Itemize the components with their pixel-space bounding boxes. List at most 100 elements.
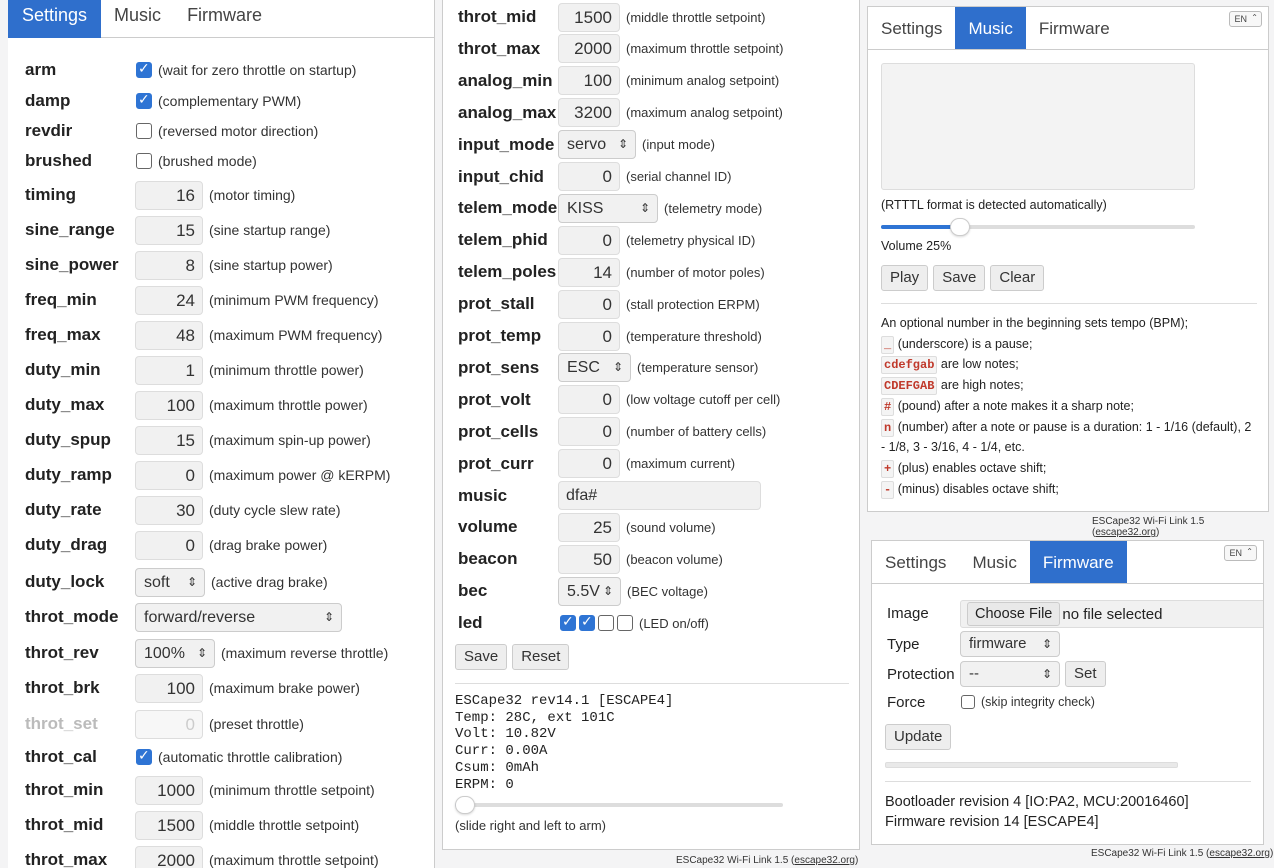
led-checkbox[interactable] [560, 613, 576, 632]
throt_cal-checkbox[interactable] [136, 747, 152, 765]
duty_spup-input[interactable]: 15 [135, 425, 203, 455]
throt_mid-input[interactable]: 1500 [135, 810, 203, 840]
language-select[interactable]: EN [1229, 11, 1262, 27]
prot_sens-select[interactable]: ESC [558, 353, 631, 383]
setting-label: duty_lock [25, 572, 105, 591]
tab-music[interactable]: Music [101, 0, 174, 37]
duty_rate-input[interactable]: 30 [135, 495, 203, 525]
telem_mode-select[interactable]: KISS [558, 193, 658, 223]
rtttl-textarea[interactable] [881, 63, 1195, 190]
freq_min-input[interactable]: 24 [135, 285, 203, 315]
tab-firmware[interactable]: Firmware [1026, 7, 1123, 49]
update-button[interactable]: Update [885, 724, 952, 750]
beacon-input[interactable]: 50 [558, 544, 620, 574]
prot_cells-input[interactable]: 0 [558, 417, 620, 447]
telem_phid-input[interactable]: 0 [558, 225, 620, 255]
setting-hint: (LED on/off) [639, 615, 709, 631]
input_mode-select[interactable]: servo [558, 130, 636, 160]
setting-hint: (telemetry physical ID) [626, 232, 756, 248]
analog_min-input[interactable]: 100 [558, 66, 620, 96]
footer-link[interactable]: escape32.org [794, 855, 855, 866]
settings-panel-middle: throt_mid 1500 (middle throttle setpoint) t… [442, 0, 860, 850]
setting-label: throt_mid [25, 815, 104, 834]
arm-slider[interactable] [455, 796, 783, 814]
type-select[interactable]: firmware [960, 631, 1060, 657]
setting-hint: (preset throttle) [209, 716, 304, 732]
prot_curr-input[interactable]: 0 [558, 449, 620, 479]
setting-label: brushed [25, 151, 93, 170]
image-label: Image [887, 605, 929, 622]
help-key: _ [881, 335, 895, 354]
play-button[interactable]: Play [881, 265, 929, 291]
prot_volt-input[interactable]: 0 [558, 385, 620, 415]
setting-label: freq_max [25, 325, 101, 344]
sine_range-input[interactable]: 15 [135, 215, 203, 245]
throt_rev-select[interactable]: 100% [135, 638, 215, 668]
clear-button[interactable]: Clear [990, 265, 1045, 291]
setting-label: telem_poles [458, 262, 557, 282]
duty_drag-input[interactable]: 0 [135, 530, 203, 560]
volume-slider[interactable] [881, 218, 1195, 236]
setting-hint: (sound volume) [626, 519, 716, 535]
save-button[interactable]: Save [933, 265, 986, 291]
tab-firmware[interactable]: Firmware [1029, 541, 1127, 583]
freq_max-input[interactable]: 48 [135, 320, 203, 350]
setting-label: duty_spup [25, 430, 111, 449]
footer-link[interactable]: escape32.org [1095, 527, 1156, 538]
arm-slider-knob[interactable] [455, 796, 475, 814]
force-checkbox[interactable] [961, 695, 975, 709]
sine_power-input[interactable]: 8 [135, 250, 203, 280]
led-checkbox[interactable] [598, 615, 614, 632]
setting-hint: (middle throttle setpoint) [626, 9, 766, 25]
tab-settings[interactable]: Settings [868, 7, 955, 49]
tab-settings[interactable]: Settings [872, 541, 959, 583]
set-button[interactable]: Set [1065, 661, 1106, 687]
choose-file-button[interactable]: Choose File [967, 602, 1061, 626]
help-text: (number) after a note or pause is a dura… [897, 419, 1252, 434]
timing-input[interactable]: 16 [135, 180, 203, 210]
throt_max-input[interactable]: 2000 [135, 845, 203, 868]
prot_temp-input[interactable]: 0 [558, 321, 620, 351]
throt_min-input[interactable]: 1000 [135, 775, 203, 805]
arm-checkbox[interactable] [136, 60, 152, 78]
footer-link[interactable]: escape32.org [1209, 848, 1270, 859]
file-input[interactable]: Choose File no file selected [960, 600, 1263, 628]
protection-select[interactable]: -- [960, 661, 1060, 687]
brushed-checkbox[interactable] [136, 153, 152, 169]
throt_brk-input[interactable]: 100 [135, 673, 203, 703]
setting-hint: (middle throttle setpoint) [209, 817, 360, 833]
help-text: (minus) disables octave shift; [897, 481, 1059, 496]
revdir-checkbox[interactable] [136, 123, 152, 139]
prot_stall-input[interactable]: 0 [558, 289, 620, 319]
setting-label: throt_rev [25, 643, 99, 662]
throt_max-input[interactable]: 2000 [558, 34, 620, 64]
tab-settings[interactable]: Settings [8, 0, 102, 38]
input_chid-input[interactable]: 0 [558, 162, 620, 191]
led-checkbox[interactable] [617, 615, 633, 632]
bec-select[interactable]: 5.5V [558, 576, 621, 606]
setting-label: damp [25, 91, 71, 110]
throt_mid-input[interactable]: 1500 [558, 2, 620, 32]
telem_poles-input[interactable]: 14 [558, 257, 620, 287]
footer-middle: ESCape32 Wi-Fi Link 1.5 (escape32.org) [676, 855, 858, 866]
setting-hint: (stall protection ERPM) [626, 296, 760, 312]
setting-label: volume [458, 517, 518, 537]
duty_min-input[interactable]: 1 [135, 355, 203, 385]
language-select[interactable]: EN [1224, 545, 1257, 561]
tab-music[interactable]: Music [959, 541, 1029, 583]
volume-slider-knob[interactable] [949, 218, 970, 236]
analog_max-input[interactable]: 3200 [558, 98, 620, 128]
throt_mode-select[interactable]: forward/reverse [135, 602, 342, 632]
tab-firmware[interactable]: Firmware [174, 0, 275, 37]
setting-label: timing [25, 185, 76, 204]
duty_lock-select[interactable]: soft [135, 567, 205, 597]
reset-button[interactable]: Reset [512, 644, 570, 670]
duty_ramp-input[interactable]: 0 [135, 460, 203, 490]
music-input[interactable]: dfa# [558, 481, 761, 510]
duty_max-input[interactable]: 100 [135, 390, 203, 420]
volume-input[interactable]: 25 [558, 512, 620, 542]
damp-checkbox[interactable] [136, 91, 152, 109]
save-button[interactable]: Save [455, 644, 508, 670]
led-checkbox[interactable] [579, 613, 595, 632]
tab-music[interactable]: Music [955, 7, 1026, 49]
